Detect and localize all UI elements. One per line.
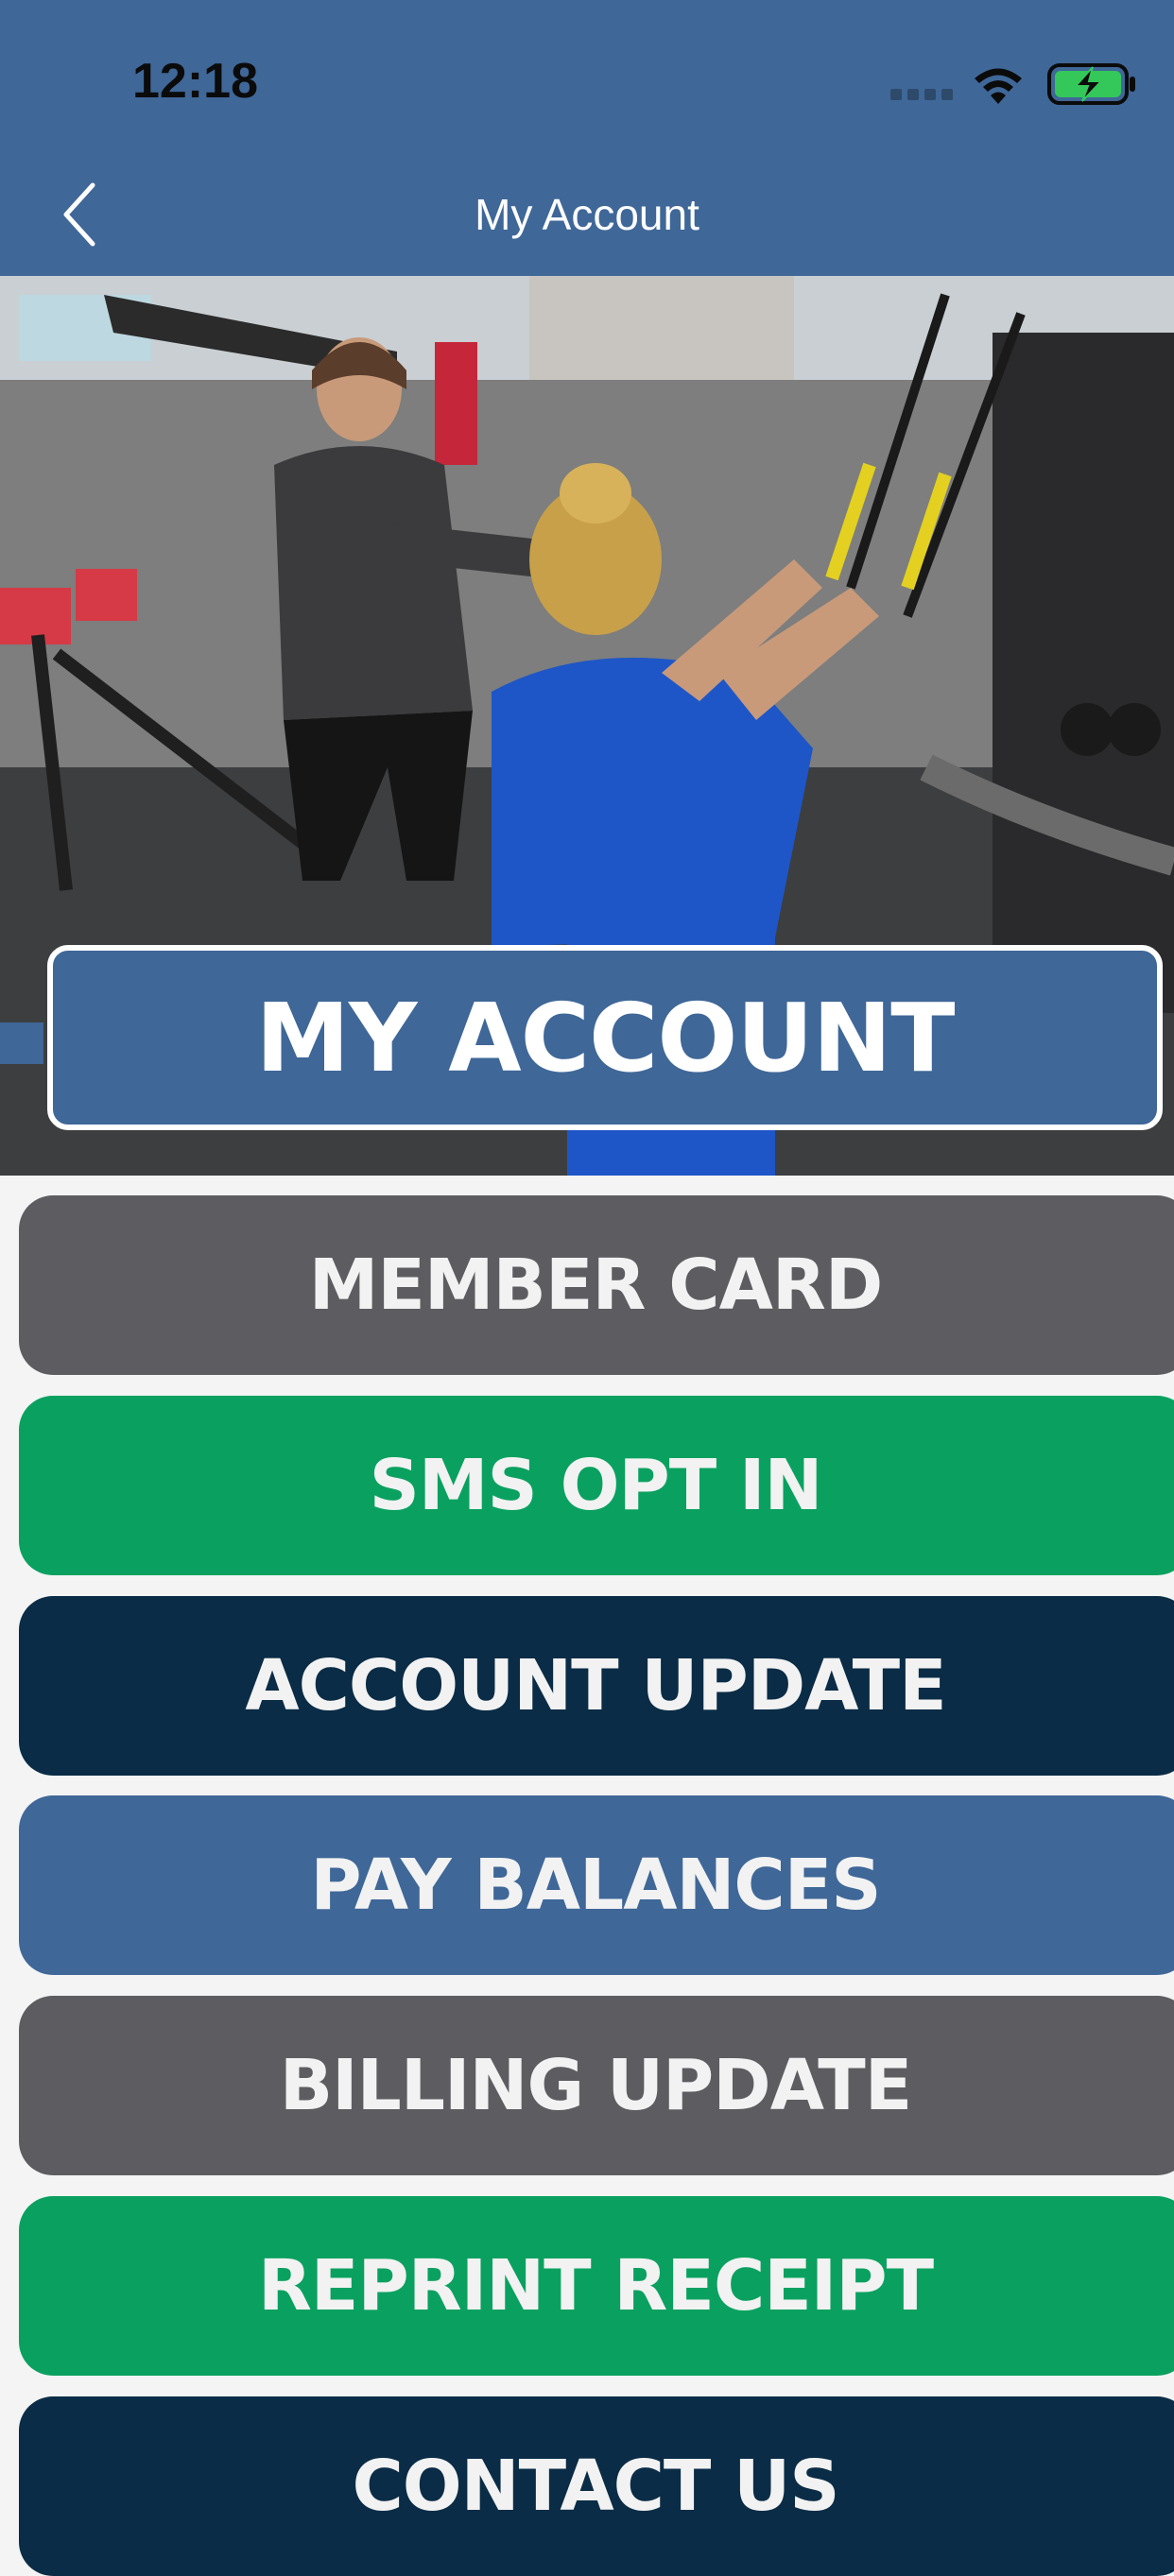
wifi-icon <box>975 68 1022 104</box>
banner-accent <box>0 1022 43 1064</box>
battery-charging-icon <box>1047 63 1135 105</box>
banner-title: MY ACCOUNT <box>255 982 955 1093</box>
billing-update-label: BILLING UPDATE <box>279 2045 913 2126</box>
cellular-signal-icon <box>890 88 958 105</box>
status-time: 12:18 <box>132 54 258 109</box>
reprint-receipt-label: REPRINT RECEIPT <box>257 2245 934 2327</box>
member-card-label: MEMBER CARD <box>308 1245 884 1326</box>
sms-opt-in-label: SMS OPT IN <box>369 1445 823 1526</box>
contact-us-label: CONTACT US <box>352 2446 839 2527</box>
pay-balances-button[interactable]: PAY BALANCES <box>19 1795 1174 1975</box>
member-card-button[interactable]: MEMBER CARD <box>19 1195 1174 1375</box>
account-update-label: ACCOUNT UPDATE <box>245 1645 946 1726</box>
my-account-banner: MY ACCOUNT <box>47 945 1163 1130</box>
reprint-receipt-button[interactable]: REPRINT RECEIPT <box>19 2196 1174 2376</box>
sms-opt-in-button[interactable]: SMS OPT IN <box>19 1396 1174 1575</box>
billing-update-button[interactable]: BILLING UPDATE <box>19 1996 1174 2175</box>
account-update-button[interactable]: ACCOUNT UPDATE <box>19 1596 1174 1776</box>
contact-us-button[interactable]: CONTACT US <box>19 2396 1174 2576</box>
status-bar: 12:18 <box>0 0 1174 161</box>
page-title: My Account <box>475 190 699 239</box>
pay-balances-label: PAY BALANCES <box>310 1845 881 1926</box>
